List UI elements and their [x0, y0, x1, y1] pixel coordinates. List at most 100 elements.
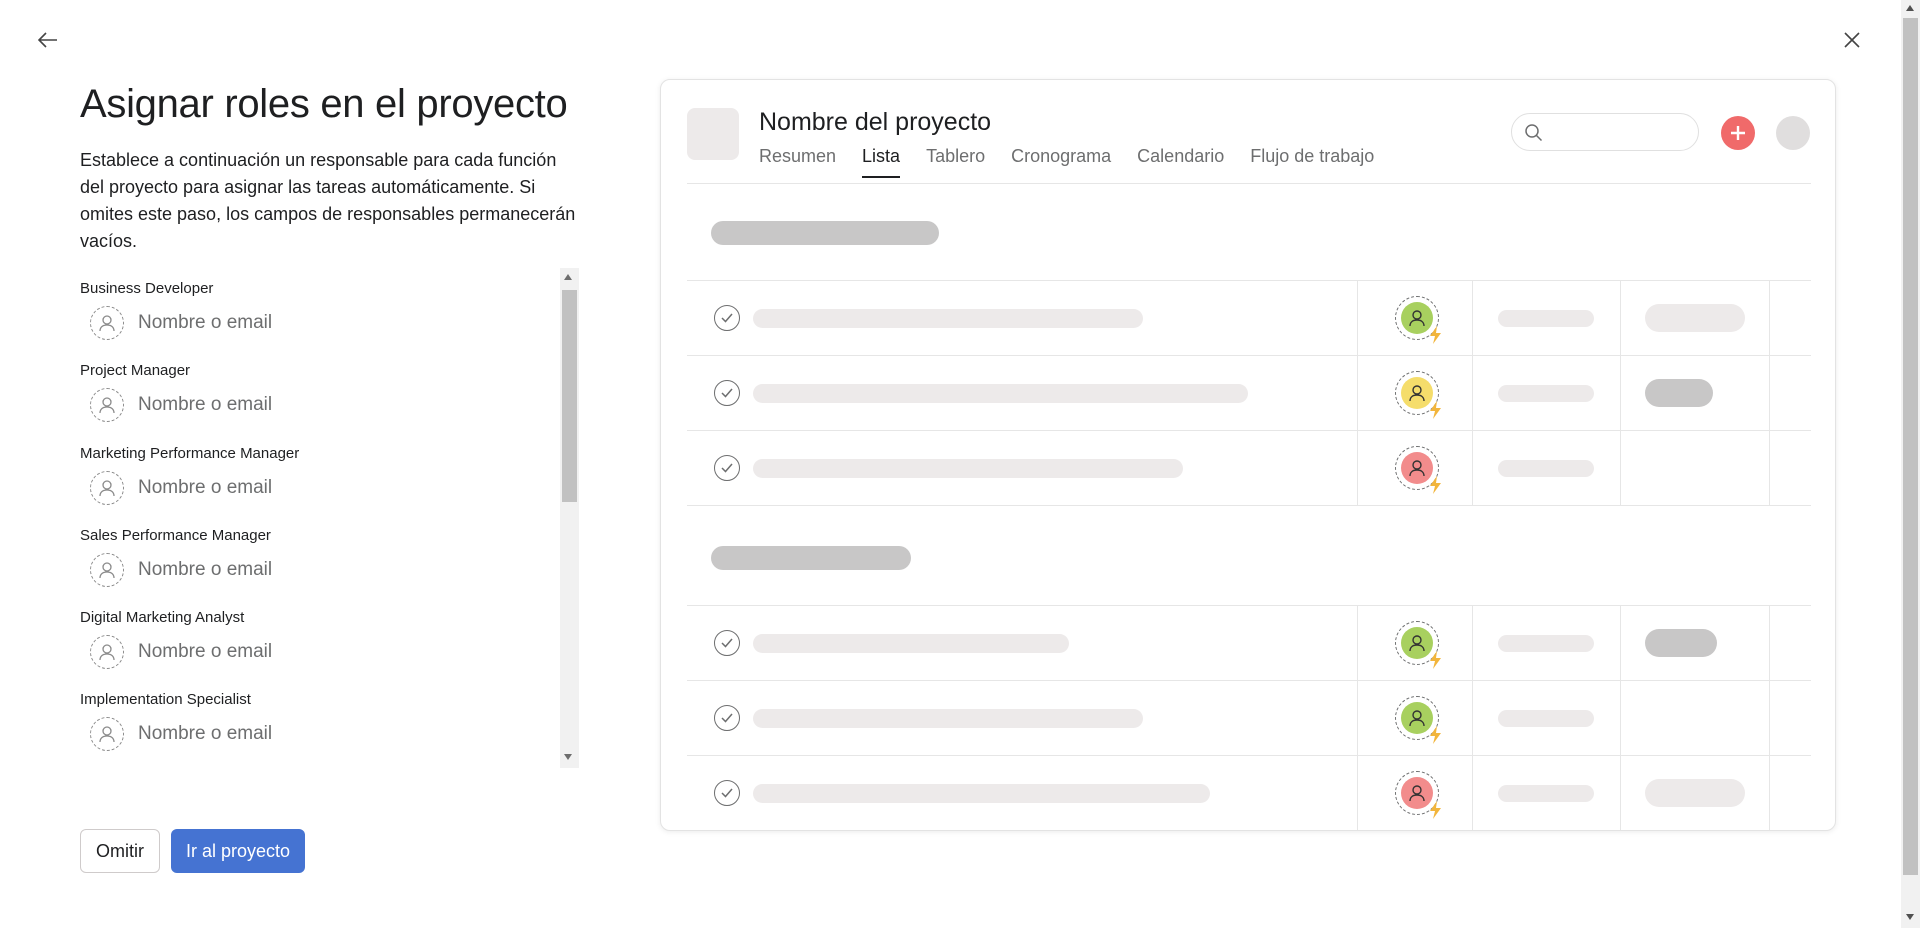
- roles-scrollbar-thumb[interactable]: [562, 290, 577, 502]
- avatar[interactable]: [1776, 116, 1810, 150]
- assignee-avatar: [1395, 696, 1441, 744]
- table-row: [687, 356, 1811, 430]
- skip-button[interactable]: Omitir: [80, 829, 160, 873]
- role-assignee-input[interactable]: [136, 640, 440, 665]
- section-header-placeholder: [711, 546, 911, 570]
- page-scrollbar-thumb[interactable]: [1903, 18, 1918, 875]
- tab-tablero[interactable]: Tablero: [926, 146, 985, 178]
- page-description: Establece a continuación un responsable …: [80, 150, 576, 251]
- role-label: Digital Marketing Analyst: [80, 609, 245, 627]
- search-icon: [1525, 124, 1543, 142]
- task-name-placeholder: [753, 634, 1069, 653]
- add-button[interactable]: [1721, 116, 1755, 150]
- lightning-icon: [1430, 401, 1441, 419]
- role-assignee-field[interactable]: [90, 468, 560, 508]
- tab-lista[interactable]: Lista: [862, 146, 901, 178]
- column-divider: [1357, 606, 1358, 830]
- check-icon[interactable]: [714, 705, 740, 731]
- column-divider: [1620, 606, 1621, 830]
- role-assignee-field[interactable]: [90, 303, 560, 343]
- role-assignee-field[interactable]: [90, 550, 560, 590]
- close-button[interactable]: [1836, 24, 1868, 56]
- user-placeholder-icon: [90, 717, 124, 752]
- user-placeholder-icon: [90, 388, 124, 423]
- task-name-placeholder: [753, 784, 1210, 803]
- role-item: Project Manager: [80, 350, 560, 432]
- check-icon[interactable]: [714, 630, 740, 656]
- check-icon[interactable]: [714, 780, 740, 806]
- date-placeholder: [1498, 460, 1594, 477]
- role-item: Sales Performance Manager: [80, 515, 560, 597]
- assignee-avatar: [1395, 296, 1441, 344]
- scroll-up-arrow-icon[interactable]: [564, 274, 572, 280]
- column-divider: [1620, 281, 1621, 506]
- date-placeholder: [1498, 710, 1594, 727]
- project-preview: Nombre del proyecto Resumen Lista Tabler…: [660, 79, 1836, 831]
- user-placeholder-icon: [90, 635, 124, 670]
- task-name-placeholder: [753, 384, 1248, 403]
- date-placeholder: [1498, 310, 1594, 327]
- column-divider: [1769, 281, 1770, 506]
- role-assignee-input[interactable]: [136, 722, 440, 747]
- column-divider: [1769, 606, 1770, 830]
- check-icon[interactable]: [714, 305, 740, 331]
- check-icon[interactable]: [714, 455, 740, 481]
- date-placeholder: [1498, 635, 1594, 652]
- project-tabs: Resumen Lista Tablero Cronograma Calenda…: [759, 146, 1400, 178]
- lightning-icon: [1430, 326, 1441, 344]
- go-to-project-button[interactable]: Ir al proyecto: [171, 829, 305, 873]
- column-divider: [1472, 281, 1473, 506]
- roles-list: Business Developer Project Manager Marke…: [80, 268, 560, 768]
- section-header-placeholder: [711, 221, 939, 245]
- role-item: Implementation Specialist: [80, 679, 560, 761]
- check-icon[interactable]: [714, 380, 740, 406]
- tab-calendario[interactable]: Calendario: [1137, 146, 1224, 178]
- role-assignee-input[interactable]: [136, 557, 440, 582]
- role-item: Business Developer: [80, 268, 560, 350]
- page-title: Asignar roles en el proyecto: [80, 82, 568, 126]
- plus-icon: [1731, 126, 1745, 140]
- assignee-avatar: [1395, 371, 1441, 419]
- role-label: Implementation Specialist: [80, 691, 251, 709]
- role-assignee-input[interactable]: [136, 393, 440, 418]
- table-row: [687, 606, 1811, 680]
- lightning-icon: [1430, 476, 1441, 494]
- search-input[interactable]: [1511, 113, 1699, 151]
- close-icon: [1844, 32, 1860, 48]
- table-row: [687, 431, 1811, 505]
- user-placeholder-icon: [90, 306, 124, 340]
- date-placeholder: [1498, 385, 1594, 402]
- role-assignee-field[interactable]: [90, 714, 560, 754]
- role-assignee-input[interactable]: [136, 475, 440, 500]
- role-assignee-field[interactable]: [90, 632, 560, 672]
- role-label: Sales Performance Manager: [80, 526, 271, 544]
- status-pill-placeholder: [1645, 304, 1745, 332]
- table-row: [687, 756, 1811, 830]
- task-name-placeholder: [753, 709, 1143, 728]
- status-pill-placeholder: [1645, 379, 1713, 407]
- status-pill-placeholder: [1645, 629, 1717, 657]
- divider: [687, 183, 1811, 184]
- role-assignee-input[interactable]: [136, 311, 440, 335]
- tab-flujo-de-trabajo[interactable]: Flujo de trabajo: [1250, 146, 1374, 178]
- back-button[interactable]: [32, 24, 64, 56]
- project-icon: [687, 108, 739, 160]
- lightning-icon: [1430, 801, 1441, 819]
- project-title: Nombre del proyecto: [759, 108, 992, 136]
- tab-cronograma[interactable]: Cronograma: [1011, 146, 1111, 178]
- role-item: Marketing Performance Manager: [80, 433, 560, 515]
- lightning-icon: [1430, 726, 1441, 744]
- tab-resumen[interactable]: Resumen: [759, 146, 836, 178]
- role-assignee-field[interactable]: [90, 385, 560, 425]
- scroll-up-arrow-icon[interactable]: [1906, 5, 1914, 11]
- divider: [687, 505, 1811, 506]
- role-label: Marketing Performance Manager: [80, 444, 300, 462]
- scroll-down-arrow-icon[interactable]: [1906, 914, 1914, 920]
- column-divider: [1472, 606, 1473, 830]
- assignee-avatar: [1395, 771, 1441, 819]
- date-placeholder: [1498, 785, 1594, 802]
- table-row: [687, 281, 1811, 355]
- scroll-down-arrow-icon[interactable]: [564, 754, 572, 760]
- role-item: Digital Marketing Analyst: [80, 597, 560, 679]
- user-placeholder-icon: [90, 552, 124, 587]
